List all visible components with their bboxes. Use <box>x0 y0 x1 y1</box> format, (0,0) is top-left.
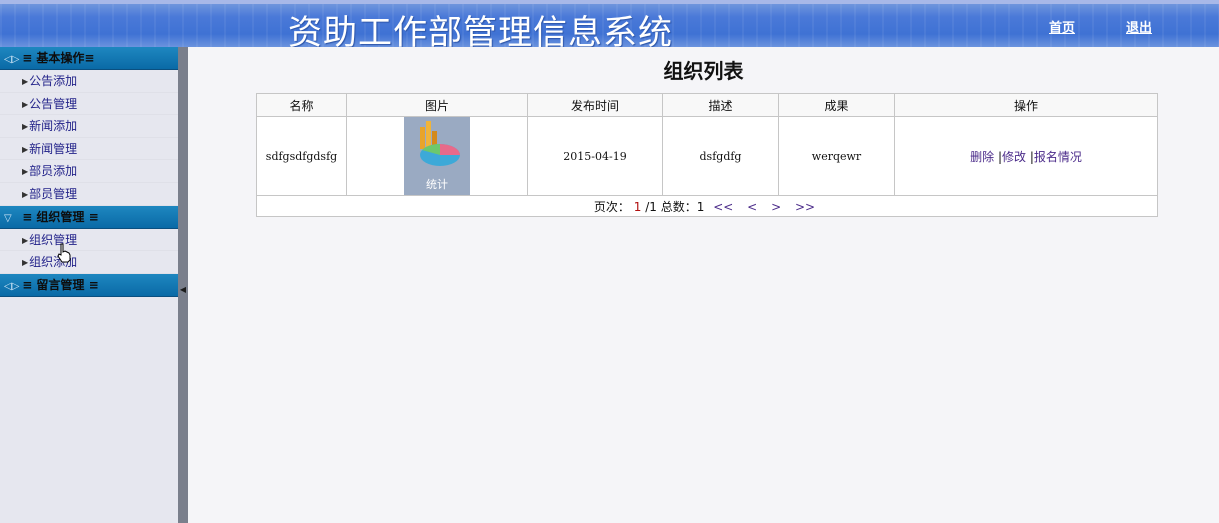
separator: | <box>994 149 1002 164</box>
triangle-right-icon: ▶ <box>22 258 29 268</box>
sidebar-group-basic[interactable]: ◁▷ ≡ 基本操作≡ <box>0 47 178 70</box>
triangle-right-icon: ▶ <box>22 144 29 154</box>
page-title: 组织列表 <box>663 59 744 83</box>
sidebar-item-notice-manage[interactable]: ▶公告管理 <box>0 93 178 116</box>
triangle-right-icon: ▶ <box>22 122 29 132</box>
triangle-right-icon: ▶ <box>22 189 29 199</box>
triangle-right-icon: ▶ <box>22 77 29 86</box>
cell-description: dsfgdfg <box>662 116 779 196</box>
sidebar-item-member-manage[interactable]: ▶部员管理 <box>0 183 178 206</box>
first-page-button[interactable]: << <box>713 200 733 214</box>
table-header-row: 名称 图片 发布时间 描述 成果 操作 <box>256 93 1158 117</box>
sidebar-item-label: 新闻添加 <box>29 119 78 134</box>
sidebar-group-label: ≡ 组织管理 ≡ <box>22 209 99 224</box>
column-header: 描述 <box>662 93 779 117</box>
expand-arrow-icon: ◁▷ <box>4 54 20 65</box>
column-header: 名称 <box>256 93 347 117</box>
org-table: 名称 图片 发布时间 描述 成果 操作 sdfgsdfgdsfg 统计 2015… <box>256 93 1158 217</box>
header-bar: 资助工作部管理信息系统 首页 退出 <box>0 0 1219 47</box>
prev-page-button[interactable]: < <box>747 200 757 214</box>
logout-link[interactable]: 退出 <box>1126 17 1152 36</box>
sidebar-item-label: 部员添加 <box>29 164 78 179</box>
collapse-sidebar-icon[interactable]: ◀ <box>179 284 187 296</box>
sidebar-item-news-add[interactable]: ▶新闻添加 <box>0 115 178 138</box>
sidebar-item-label: 部员管理 <box>29 186 78 201</box>
pager-row: 页次： 1 /1 总数：1 << < > >> <box>256 195 1158 217</box>
sidebar-item-notice-add[interactable]: ▶公告添加 <box>0 70 178 93</box>
pager-current: 1 <box>633 199 642 214</box>
column-header: 操作 <box>894 93 1158 117</box>
sidebar-group-org[interactable]: ▽ ≡ 组织管理 ≡ <box>0 205 178 229</box>
table-row: sdfgsdfgdsfg 统计 2015-04-19 dsfgdfg werqe… <box>256 116 1158 196</box>
sidebar-item-member-add[interactable]: ▶部员添加 <box>0 160 178 183</box>
sidebar-item-label: 公告管理 <box>29 96 78 111</box>
sidebar: ◁▷ ≡ 基本操作≡ ▶公告添加 ▶公告管理 ▶新闻添加 ▶新闻管理 ▶部员添加… <box>0 47 178 523</box>
column-header: 成果 <box>778 93 895 117</box>
app-title: 资助工作部管理信息系统 <box>288 13 673 47</box>
collapse-arrow-icon: ▽ <box>4 212 12 224</box>
pager-label: 页次： <box>593 199 630 214</box>
statistics-image: 统计 <box>404 117 470 195</box>
sidebar-group-message[interactable]: ◁▷ ≡ 留言管理 ≡ <box>0 273 178 297</box>
cell-publish-time: 2015-04-19 <box>527 116 663 196</box>
pager: 页次： 1 /1 总数：1 << < > >> <box>256 195 1158 217</box>
sidebar-group-label: ≡ 留言管理 ≡ <box>22 277 99 292</box>
app-window: 资助工作部管理信息系统 首页 退出 ◁▷ ≡ 基本操作≡ ▶公告添加 ▶公告管理… <box>0 0 1219 523</box>
pager-total-pages: /1 <box>645 199 657 214</box>
sidebar-item-label: 新闻管理 <box>29 141 78 156</box>
triangle-right-icon: ▶ <box>22 99 29 109</box>
cell-name: sdfgsdfgdsfg <box>256 116 347 196</box>
image-caption: 统计 <box>426 178 448 191</box>
signup-status-link[interactable]: 报名情况 <box>1034 150 1082 164</box>
main-content: 组织列表 名称 图片 发布时间 描述 成果 操作 sdfgsdfgdsfg 统计… <box>188 47 1219 523</box>
pager-total-label: 总数： <box>660 199 697 214</box>
expand-arrow-icon: ◁▷ <box>4 280 20 292</box>
pie-chart-icon <box>420 121 460 166</box>
sidebar-item-label: 公告添加 <box>29 74 78 88</box>
sidebar-group-label: ≡ 基本操作≡ <box>22 51 95 65</box>
column-header: 发布时间 <box>527 93 663 117</box>
sidebar-item-org-manage[interactable]: ▶组织管理 <box>0 229 178 252</box>
cell-image: 统计 <box>346 116 528 196</box>
column-header: 图片 <box>346 93 528 117</box>
edit-link[interactable]: 修改 <box>1002 150 1026 164</box>
home-link[interactable]: 首页 <box>1049 17 1075 36</box>
triangle-right-icon: ▶ <box>22 167 29 177</box>
sidebar-item-org-add[interactable]: ▶组织添加 <box>0 251 178 274</box>
pager-total-count: 1 <box>696 199 705 214</box>
sidebar-item-news-manage[interactable]: ▶新闻管理 <box>0 138 178 161</box>
triangle-right-icon: ▶ <box>22 235 29 245</box>
separator: | <box>1026 149 1034 164</box>
last-page-button[interactable]: >> <box>795 200 815 214</box>
next-page-button[interactable]: > <box>771 200 781 214</box>
hand-cursor-icon <box>57 243 71 263</box>
delete-link[interactable]: 删除 <box>970 150 994 164</box>
cell-actions: 删除 |修改 |报名情况 <box>894 116 1158 196</box>
cell-result: werqewr <box>778 116 895 196</box>
